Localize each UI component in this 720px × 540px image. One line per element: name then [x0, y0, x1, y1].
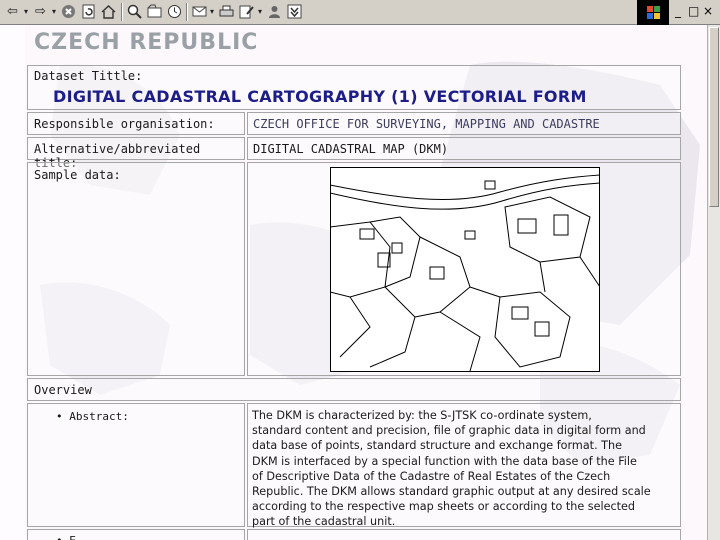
- abstract-value-cell: The DKM is characterized by: the S-JTSK …: [247, 403, 681, 530]
- abstract-line: standard content and precision, file of …: [252, 424, 646, 438]
- responsible-label: Responsible organisation:: [34, 117, 215, 131]
- next-row-label-cell: • E: [27, 529, 245, 540]
- abstract-label: • Abstract:: [56, 410, 129, 423]
- back-icon[interactable]: ⇦: [4, 3, 21, 20]
- abstract-line: of Descriptive Data of the Cadastre of R…: [252, 469, 611, 483]
- refresh-icon[interactable]: [80, 3, 97, 20]
- messenger-icon[interactable]: [266, 3, 283, 20]
- windows-update-icon[interactable]: [286, 3, 303, 20]
- page-content: CZECH REPUBLIC Dataset Tittle: DIGITAL C…: [0, 25, 707, 540]
- abstract-line: Republic. The DKM allows standard graphi…: [252, 485, 651, 499]
- print-icon[interactable]: [218, 3, 235, 20]
- dataset-title-label: Dataset Tittle:: [34, 69, 143, 83]
- scrollbar-thumb[interactable]: [709, 27, 719, 207]
- responsible-value-cell: CZECH OFFICE FOR SURVEYING, MAPPING AND …: [247, 112, 681, 135]
- mail-icon[interactable]: [191, 3, 208, 20]
- overview-cell: Overview: [27, 378, 681, 401]
- cadastral-map-sample-image: [330, 167, 600, 372]
- home-icon[interactable]: [100, 3, 117, 20]
- sample-label: Sample data:: [34, 168, 121, 182]
- next-row-bullet: • E: [56, 534, 76, 540]
- toolbar-separator: [121, 3, 123, 21]
- abstract-label-cell: • Abstract:: [27, 403, 245, 527]
- forward-icon[interactable]: ⇨: [32, 3, 49, 20]
- abstract-label-text: Abstract:: [69, 410, 129, 423]
- overview-label: Overview: [34, 383, 92, 397]
- alt-title-value-cell: DIGITAL CADASTRAL MAP (DKM): [247, 137, 681, 160]
- abstract-line: The DKM is characterized by: the S-JTSK …: [252, 409, 592, 422]
- toolbar-separator: [186, 3, 188, 21]
- country-heading: CZECH REPUBLIC: [34, 30, 259, 55]
- minimize-button[interactable]: _: [675, 4, 681, 18]
- maximize-button[interactable]: □: [688, 4, 699, 18]
- alt-title-label-cell: Alternative/abbreviated title:: [27, 137, 245, 170]
- forward-dropdown-icon[interactable]: ▾: [50, 3, 58, 20]
- abstract-text: The DKM is characterized by: the S-JTSK …: [252, 408, 651, 530]
- responsible-label-cell: Responsible organisation:: [27, 112, 245, 135]
- browser-toolbar: ⇦ ▾ ⇨ ▾ ▾ ▾ _ □ ×: [0, 0, 720, 25]
- next-row-label: E: [69, 534, 76, 540]
- windows-logo-icon: [637, 0, 669, 25]
- sample-image-cell: [247, 162, 681, 376]
- dataset-title: DIGITAL CADASTRAL CARTOGRAPHY (1) VECTOR…: [53, 87, 587, 106]
- favorites-icon[interactable]: [146, 3, 163, 20]
- next-row-value-cell: [247, 529, 681, 540]
- abstract-line: according to the respective map sheets o…: [252, 500, 635, 514]
- sample-label-cell: Sample data:: [27, 162, 245, 376]
- responsible-value: CZECH OFFICE FOR SURVEYING, MAPPING AND …: [253, 117, 600, 131]
- mail-dropdown-icon[interactable]: ▾: [208, 3, 216, 20]
- stop-icon[interactable]: [60, 3, 77, 20]
- edit-dropdown-icon[interactable]: ▾: [256, 3, 264, 20]
- alt-title-value: DIGITAL CADASTRAL MAP (DKM): [253, 142, 449, 156]
- abstract-line: data base of points, standard structure …: [252, 439, 622, 453]
- edit-icon[interactable]: [238, 3, 255, 20]
- search-icon[interactable]: [126, 3, 143, 20]
- abstract-line: part of the cadastral unit.: [252, 515, 396, 529]
- abstract-line: DKM is interfaced by a special function …: [252, 454, 637, 468]
- close-button[interactable]: ×: [703, 4, 713, 18]
- vertical-scrollbar[interactable]: [707, 25, 720, 540]
- left-margin: [0, 25, 25, 540]
- back-dropdown-icon[interactable]: ▾: [22, 3, 30, 20]
- history-icon[interactable]: [166, 3, 183, 20]
